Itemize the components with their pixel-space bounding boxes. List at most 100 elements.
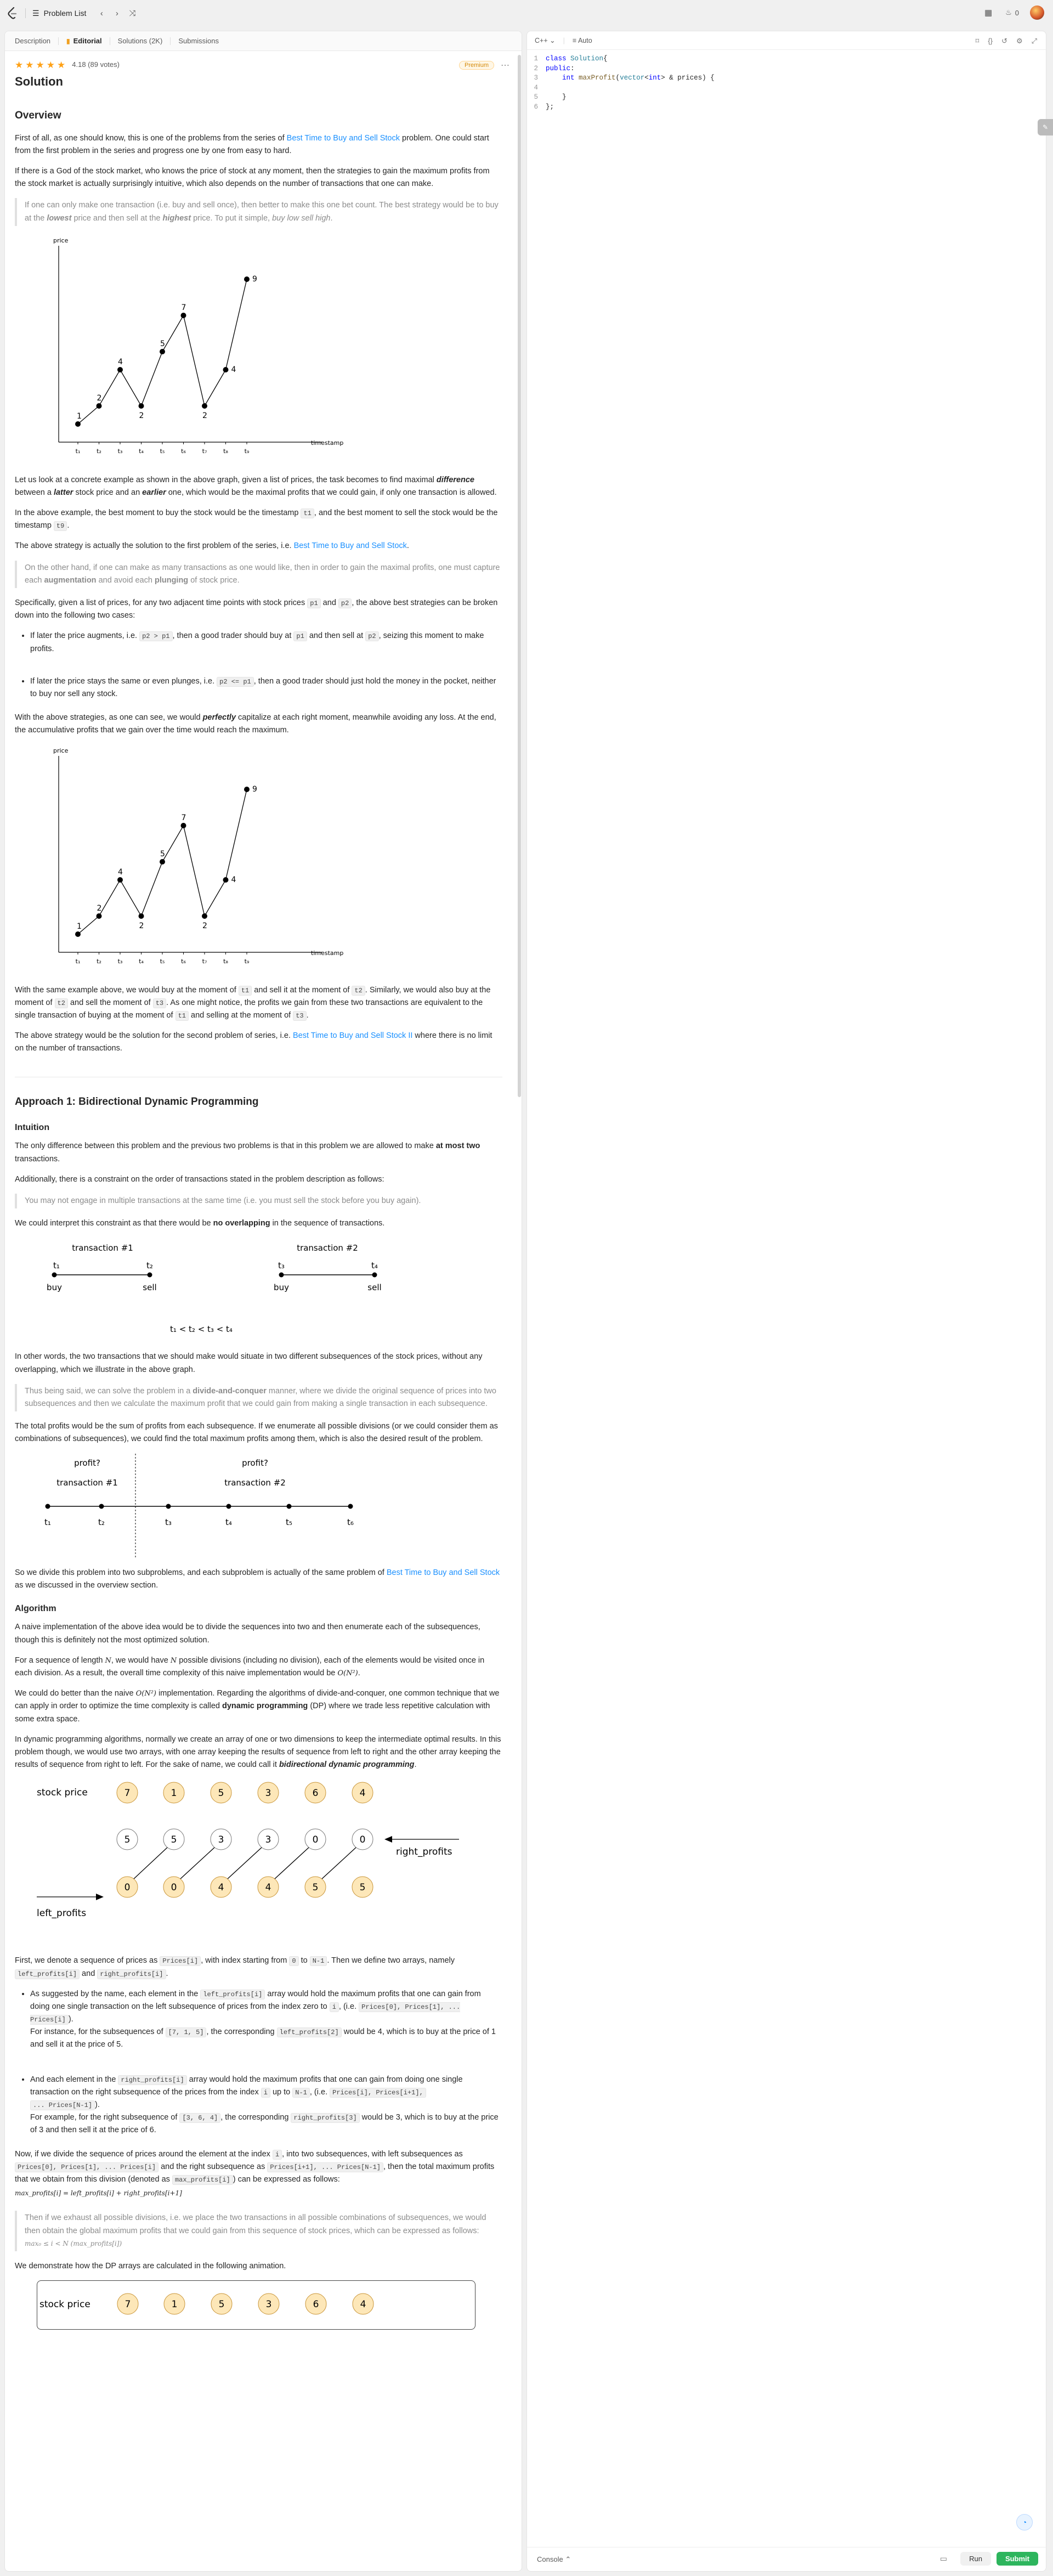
paragraph: Specifically, given a list of prices, fo… (15, 598, 498, 620)
tab-label: Submissions (178, 37, 219, 45)
star-icon[interactable]: ★ (36, 60, 44, 70)
overview-heading: Overview (15, 110, 61, 122)
problem-list-link[interactable]: ☰ Problem List (32, 9, 86, 18)
link-best-time-stock-ii[interactable]: Best Time to Buy and Sell Stock II (293, 1031, 412, 1040)
star-icon[interactable]: ★ (25, 60, 33, 70)
next-problem-button[interactable]: › (109, 5, 124, 21)
code-line[interactable]: 6}; (527, 103, 1046, 112)
code-area[interactable]: 1 class Solution{2 public: 3 int maxProfit(… (527, 50, 1046, 112)
code-line[interactable]: 1 class Solution{ (527, 54, 1046, 64)
tab-description[interactable]: Description (9, 31, 56, 51)
prev-problem-button[interactable]: ‹ (94, 5, 109, 21)
price-point (244, 276, 250, 282)
paragraph: With the same example above, we would bu… (15, 985, 491, 1021)
layout-button[interactable]: ▦ (982, 7, 994, 19)
left-scrollbar[interactable] (518, 55, 521, 1097)
right-profit-value: 3 (218, 1834, 224, 1845)
tab-submissions[interactable]: Submissions (173, 31, 224, 51)
left-profit-value: 4 (265, 1882, 271, 1893)
x-tick-label: t₅ (160, 958, 165, 965)
price-point (75, 931, 81, 937)
price-point (202, 913, 207, 919)
tab-label: Description (15, 37, 51, 45)
avatar[interactable] (1030, 5, 1044, 20)
streak-counter[interactable]: ♨ 0 (1005, 8, 1019, 17)
formula: max_profits[i] = left_profits[i] + right… (15, 2189, 182, 2197)
blockquote: On the other hand, if one can make as ma… (15, 560, 502, 589)
price-value: 5 (219, 2299, 225, 2310)
x-tick-label: t₇ (202, 448, 207, 455)
editorial-article: ★ ★ ★ ★ ★ 4.18 (89 votes) Solution Overv… (5, 51, 512, 2330)
fire-icon: ♨ (1005, 8, 1012, 16)
more-options-icon[interactable]: ⋯ (501, 60, 509, 71)
settings-icon[interactable]: ⚙ (1016, 37, 1023, 46)
premium-badge: Premium (458, 61, 494, 70)
random-problem-button[interactable]: ⤨ (124, 5, 140, 21)
paragraph: In the above example, the best moment to… (15, 509, 498, 532)
panel-resize-handle[interactable] (523, 31, 526, 2572)
price-value: 6 (313, 2299, 319, 2310)
code-line[interactable]: 3 int maxProfit(vector<int> & prices) { (527, 74, 1046, 83)
buy-label: buy (47, 1283, 62, 1292)
braces-icon[interactable]: {} (988, 37, 993, 46)
run-button[interactable]: Run (960, 2552, 991, 2566)
price-point (180, 822, 186, 828)
right-profit-value: 0 (313, 1834, 319, 1845)
timepoint-dot (348, 1504, 353, 1509)
price-label: 2 (97, 394, 102, 403)
link-best-time-stock[interactable]: Best Time to Buy and Sell Stock (387, 1568, 500, 1577)
reset-icon[interactable]: ↺ (1001, 37, 1007, 46)
left-profits-label: left_profits (37, 1908, 86, 1919)
paragraph: With the above strategies, as one can se… (15, 713, 496, 735)
link-best-time-stock[interactable]: Best Time to Buy and Sell Stock (294, 541, 407, 550)
expand-icon[interactable]: ⤢ (1032, 37, 1037, 46)
code-line[interactable]: 5 } (527, 93, 1046, 103)
x-tick-label: t₈ (223, 448, 228, 455)
timepoint-dot (166, 1504, 171, 1509)
list-item: As suggested by the name, each element i… (30, 1988, 502, 2052)
left-profit-value: 4 (218, 1882, 224, 1893)
transaction-2-label: transaction #2 (297, 1243, 358, 1253)
blockquote: If one can only make one transaction (i.… (15, 198, 502, 226)
star-icon[interactable]: ★ (47, 60, 55, 70)
list-item: If later the price stays the same or eve… (30, 675, 502, 701)
feedback-button[interactable]: ◔ (1016, 2514, 1033, 2530)
x-tick-label: t₉ (245, 448, 250, 455)
submit-button[interactable]: Submit (996, 2552, 1038, 2566)
t3-label: t₃ (278, 1261, 285, 1270)
line-number: 6 (534, 103, 538, 111)
price-label: 7 (182, 303, 186, 312)
x-tick-label: t₂ (97, 958, 101, 965)
star-half-icon[interactable]: ★ (57, 60, 65, 70)
tab-solutions[interactable]: Solutions (2K) (112, 31, 168, 51)
leetcode-logo-icon[interactable] (7, 6, 19, 20)
dp-array-list: As suggested by the name, each element i… (30, 1988, 502, 2137)
case-list: If later the price augments, i.e. p2 > p… (30, 630, 502, 701)
paragraph: A naive implementation of the above idea… (15, 1623, 480, 1645)
list-item: If later the price augments, i.e. p2 > p… (30, 630, 502, 655)
price-value: 4 (360, 1788, 366, 1799)
tab-editorial[interactable]: ▮ Editorial (61, 31, 107, 51)
code-line[interactable]: 2 public: (527, 64, 1046, 74)
divider (25, 8, 26, 18)
price-value: 6 (313, 1788, 319, 1799)
editor-bottom-bar: Console ⌃ ▭ Run Submit (527, 2547, 1046, 2571)
link-best-time-stock[interactable]: Best Time to Buy and Sell Stock (287, 134, 400, 143)
t3-dot (279, 1272, 284, 1278)
layout-toggle-icon[interactable]: ▭ (940, 2554, 947, 2563)
left-profit-value: 5 (360, 1882, 366, 1893)
top-navbar: ☰ Problem List ‹ › ⤨ ▦ ♨ 0 (0, 0, 1053, 26)
stock-price-label: stock price (39, 2299, 90, 2310)
star-icon[interactable]: ★ (15, 60, 23, 70)
bookmark-icon[interactable]: ⌑ (976, 37, 980, 46)
side-panel-tab[interactable]: ✎ (1038, 119, 1053, 135)
code-line[interactable]: 4 (527, 83, 1046, 93)
autocomplete-toggle[interactable]: ≡ Auto (573, 37, 592, 44)
diagonal-link (133, 1847, 168, 1879)
console-button[interactable]: Console ⌃ (537, 2555, 571, 2564)
price-label: 9 (252, 275, 257, 284)
price-label: 2 (202, 411, 207, 420)
price-label: 1 (77, 922, 82, 931)
language-select[interactable]: C++ ⌄ (535, 36, 556, 44)
diagonal-link (180, 1847, 215, 1879)
